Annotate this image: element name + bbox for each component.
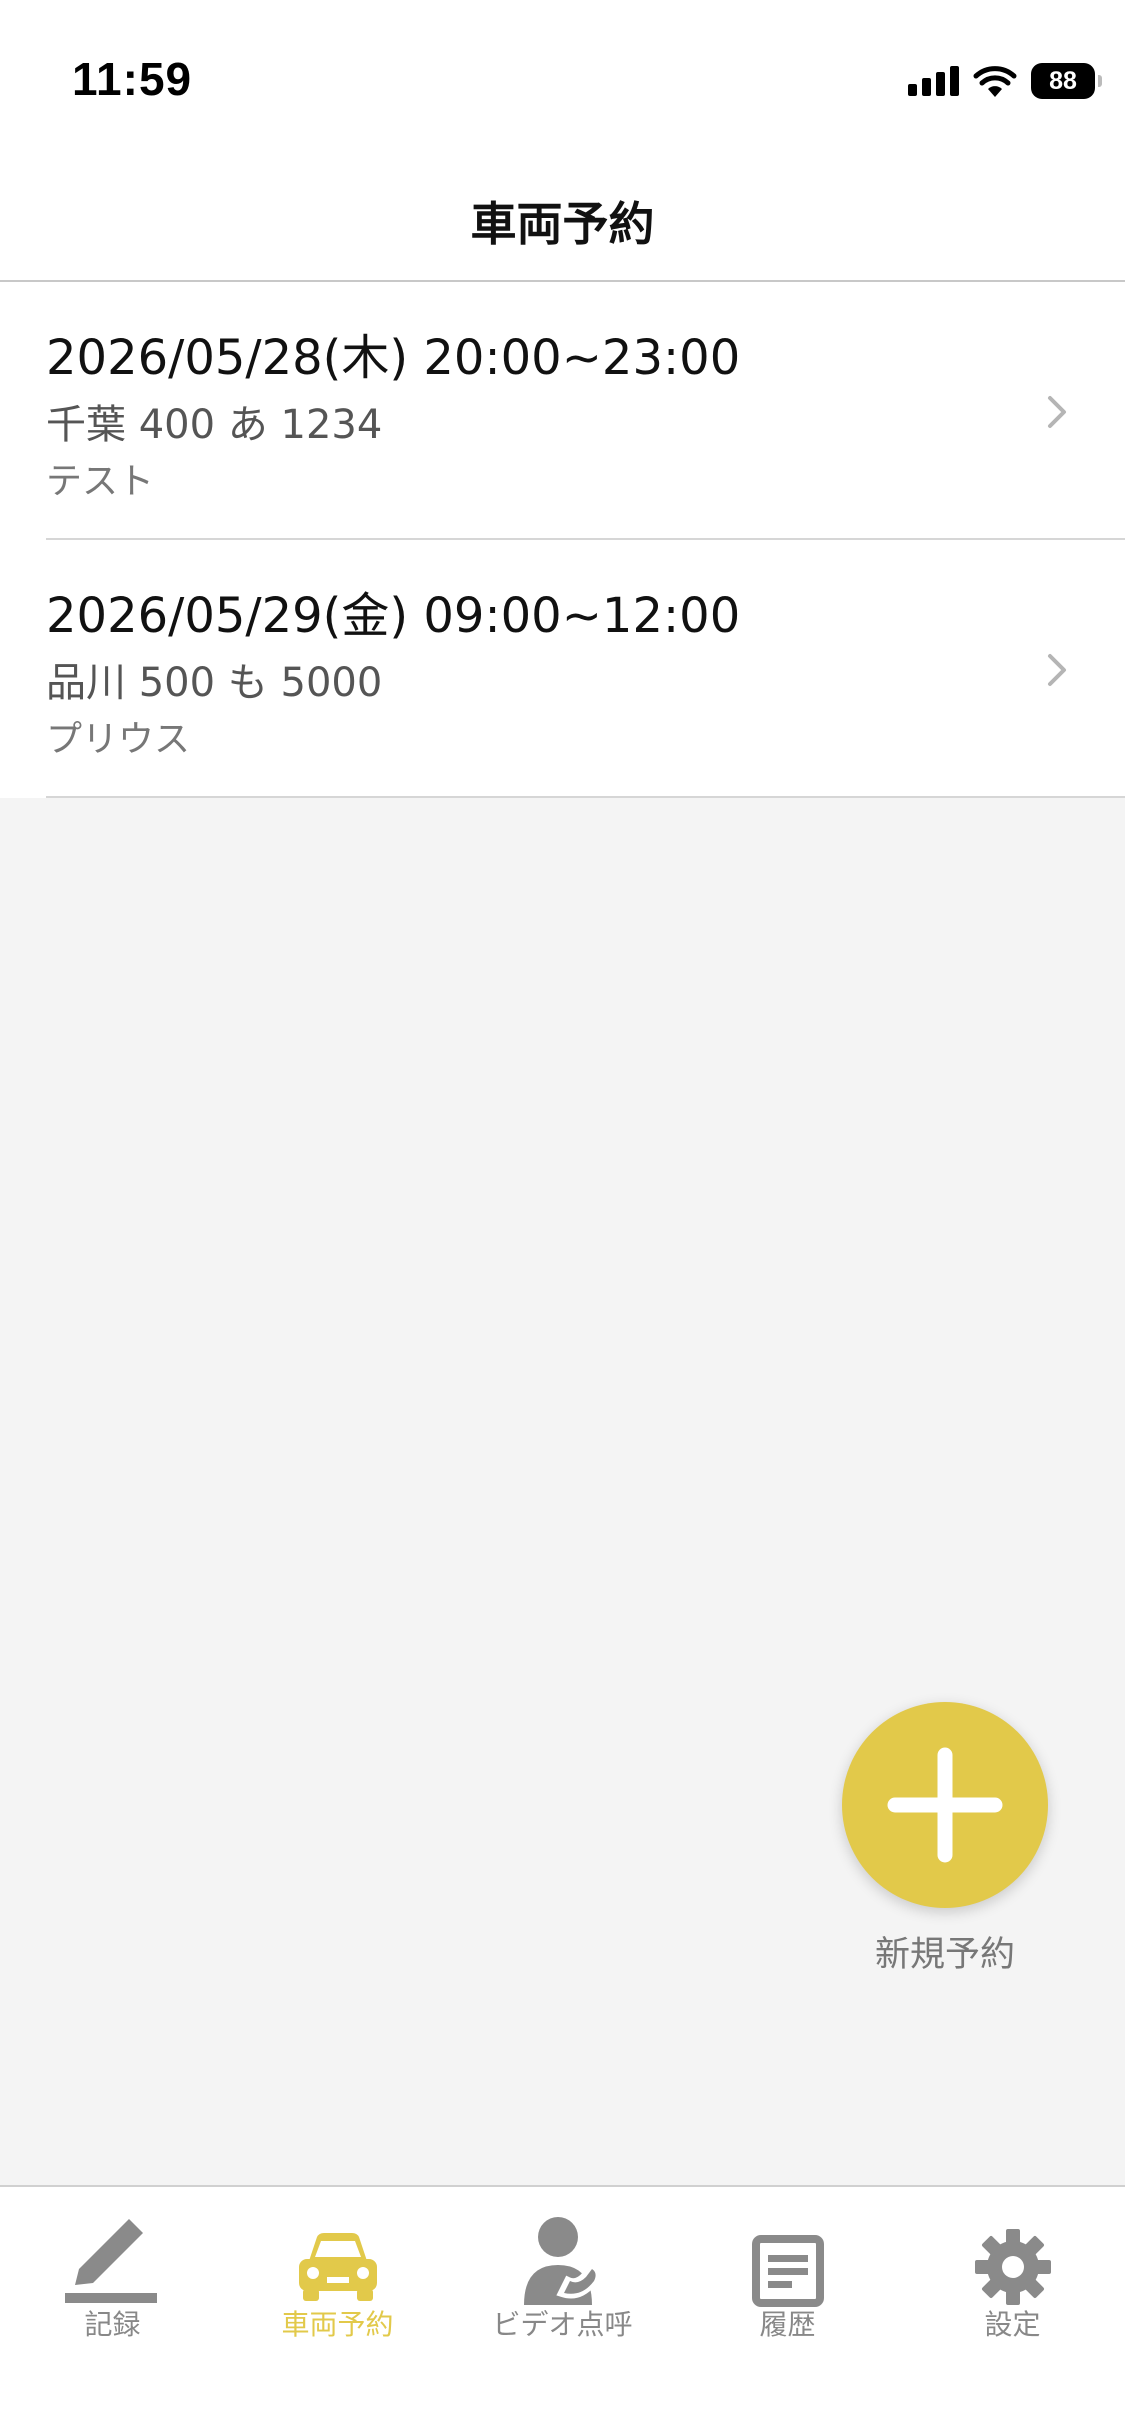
battery-level: 88 xyxy=(1049,67,1077,95)
tab-record[interactable]: 記録 xyxy=(0,2201,225,2351)
reservation-datetime: 2026/05/29(金) 09:00~12:00 xyxy=(46,588,741,644)
page-title: 車両予約 xyxy=(470,197,655,251)
reservation-plate: 千葉 400 あ 1234 xyxy=(46,402,383,448)
plus-icon xyxy=(887,1747,1003,1863)
tab-label: 設定 xyxy=(984,2308,1041,2341)
reservation-row[interactable]: 2026/05/29(金) 09:00~12:00 品川 500 も 5000 … xyxy=(0,540,1125,798)
gear-icon xyxy=(974,2229,1051,2305)
reservation-plate: 品川 500 も 5000 xyxy=(46,660,383,706)
status-bar: 11:59 88 xyxy=(0,0,1125,160)
tab-label: ビデオ点呼 xyxy=(492,2308,633,2341)
tab-history[interactable]: 履歴 xyxy=(675,2201,900,2351)
reservation-car-name: テスト xyxy=(46,461,155,502)
navigation-bar: 車両予約 xyxy=(0,160,1125,282)
battery-icon: 88 xyxy=(1031,63,1102,99)
car-icon xyxy=(298,2233,377,2301)
tab-label: 履歴 xyxy=(759,2308,816,2341)
tab-label: 車両予約 xyxy=(281,2308,394,2341)
wifi-icon xyxy=(973,66,1017,97)
tab-bar: 記録 車両予約 ビデオ点呼 履歴 設定 xyxy=(0,2185,1125,2436)
status-time: 11:59 xyxy=(72,53,193,105)
person-phone-icon xyxy=(523,2217,601,2305)
document-icon xyxy=(751,2235,824,2307)
reservation-row[interactable]: 2026/05/28(木) 20:00~23:00 千葉 400 あ 1234 … xyxy=(0,282,1125,540)
new-reservation-button[interactable] xyxy=(842,1702,1048,1908)
status-icons: 88 xyxy=(908,60,1102,102)
chevron-right-icon xyxy=(1048,396,1066,428)
chevron-right-icon xyxy=(1048,654,1066,686)
new-reservation-label: 新規予約 xyxy=(874,1935,1015,1975)
tab-video-rollcall[interactable]: ビデオ点呼 xyxy=(450,2201,675,2351)
tab-settings[interactable]: 設定 xyxy=(900,2201,1125,2351)
reservation-datetime: 2026/05/28(木) 20:00~23:00 xyxy=(46,330,741,386)
pencil-icon xyxy=(64,2219,157,2303)
reservation-list: 2026/05/28(木) 20:00~23:00 千葉 400 あ 1234 … xyxy=(0,282,1125,798)
row-divider xyxy=(46,796,1125,798)
tab-label: 記録 xyxy=(84,2308,141,2341)
cellular-signal-icon xyxy=(908,66,959,96)
tab-vehicle-reservation[interactable]: 車両予約 xyxy=(225,2201,450,2351)
reservation-car-name: プリウス xyxy=(46,719,191,760)
